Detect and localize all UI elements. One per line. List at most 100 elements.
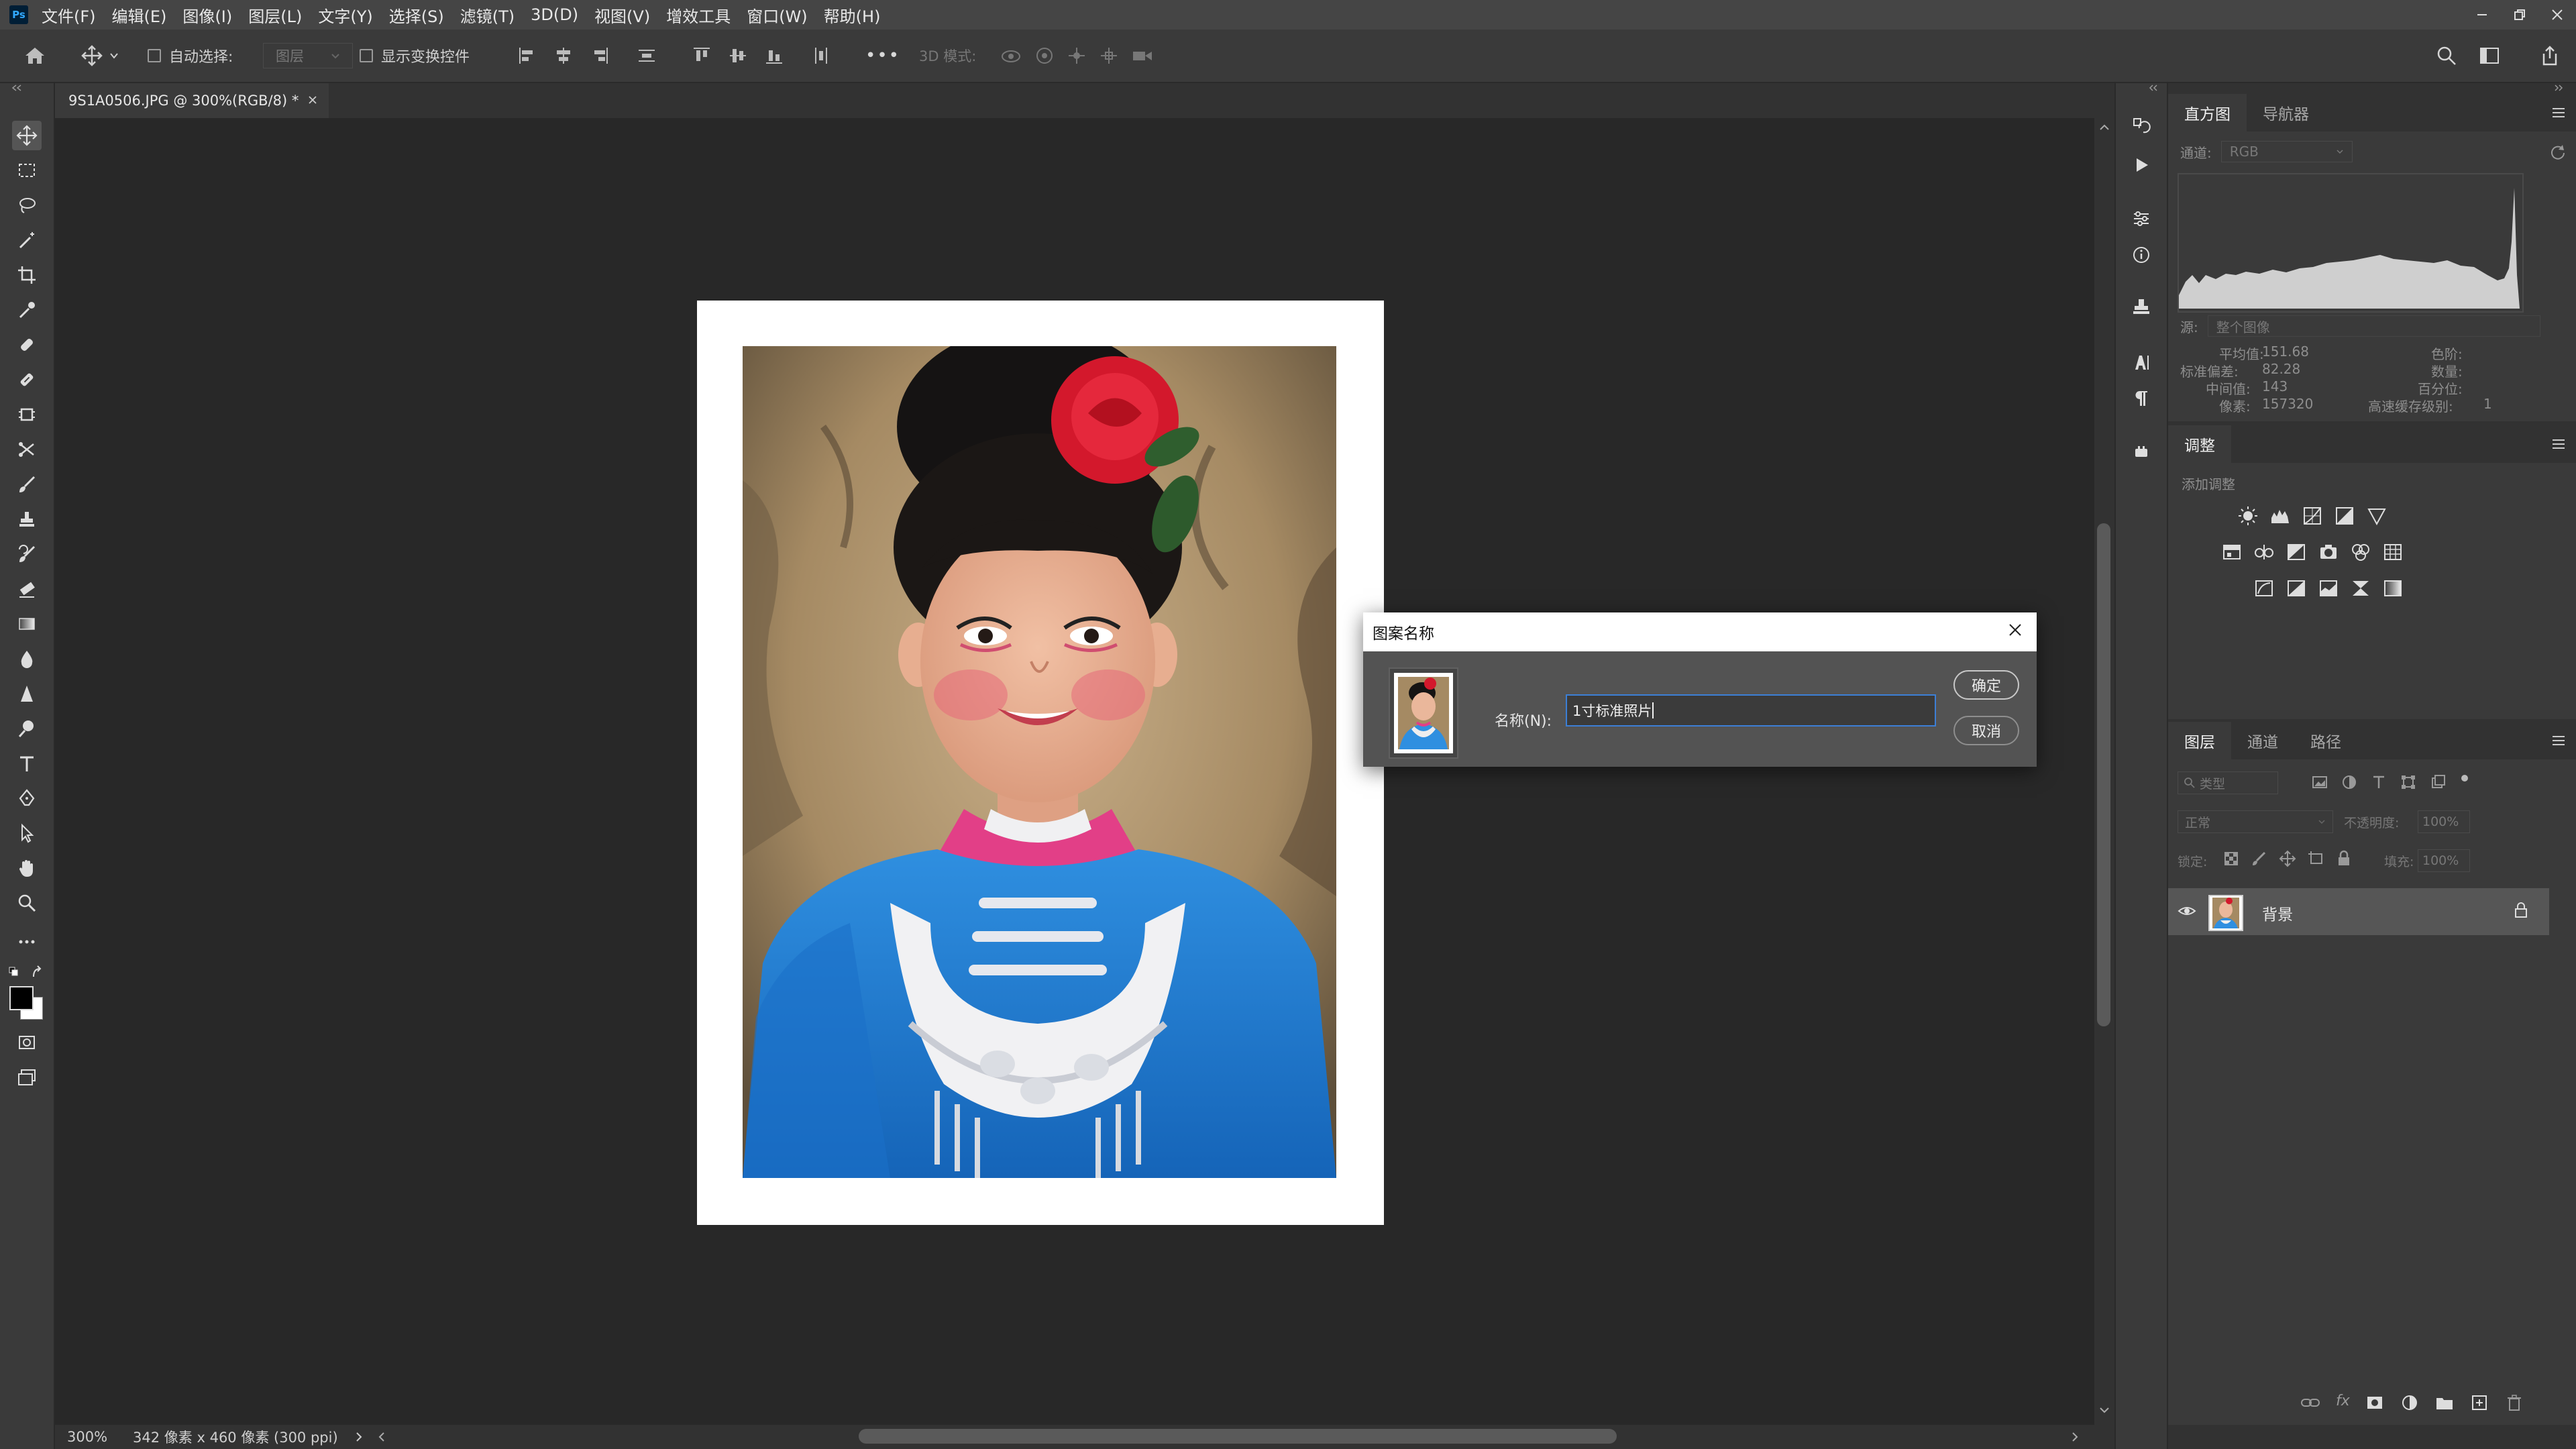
tab-layers[interactable]: 图层 bbox=[2168, 722, 2231, 759]
adjustments-panel-menu-icon[interactable] bbox=[2549, 435, 2568, 453]
swap-colors-controls[interactable] bbox=[7, 963, 47, 983]
distribute-horizontal-icon[interactable] bbox=[810, 45, 832, 66]
menu-edit[interactable]: 编辑(E) bbox=[112, 3, 167, 27]
fill-input[interactable]: 100% bbox=[2418, 849, 2470, 872]
new-adjustment-layer-icon[interactable] bbox=[2400, 1393, 2420, 1415]
layer-name[interactable]: 背景 bbox=[2262, 902, 2293, 924]
pen-tool-icon[interactable] bbox=[12, 784, 42, 813]
close-icon[interactable] bbox=[2538, 0, 2576, 30]
brush-icon[interactable] bbox=[12, 365, 42, 394]
layers-panel-menu-icon[interactable] bbox=[2549, 731, 2568, 750]
new-layer-icon[interactable] bbox=[2469, 1393, 2489, 1415]
filter-adjustment-icon[interactable] bbox=[2340, 773, 2359, 794]
exposure-icon[interactable] bbox=[2333, 504, 2356, 527]
blend-mode-dropdown[interactable]: 正常 bbox=[2178, 810, 2333, 833]
lock-all-icon[interactable] bbox=[2334, 849, 2353, 871]
tab-channels[interactable]: 通道 bbox=[2231, 722, 2294, 759]
paragraph-panel-icon[interactable] bbox=[2127, 384, 2156, 413]
menu-help[interactable]: 帮助(H) bbox=[824, 3, 881, 27]
dialog-close-icon[interactable] bbox=[2007, 622, 2023, 642]
zoom-level[interactable]: 300% bbox=[67, 1429, 107, 1445]
align-left-icon[interactable] bbox=[517, 45, 538, 66]
filter-type-icon[interactable] bbox=[2369, 773, 2388, 794]
menu-select[interactable]: 选择(S) bbox=[389, 3, 444, 27]
tab-paths[interactable]: 路径 bbox=[2294, 722, 2357, 759]
color-balance-icon[interactable] bbox=[2253, 541, 2275, 564]
scroll-left-icon[interactable] bbox=[377, 1431, 386, 1443]
photo-filter-icon[interactable] bbox=[2317, 541, 2340, 564]
layer-filter-dropdown[interactable]: 类型 bbox=[2178, 771, 2278, 794]
sharpen-icon[interactable] bbox=[12, 679, 42, 708]
threshold-icon[interactable] bbox=[2317, 577, 2340, 600]
scroll-down-icon[interactable] bbox=[2097, 1405, 2112, 1415]
color-lookup-icon[interactable] bbox=[2381, 541, 2404, 564]
distribute-vertical-icon[interactable] bbox=[636, 45, 657, 66]
move-tool-icon[interactable] bbox=[12, 121, 42, 150]
history-brush-icon[interactable] bbox=[12, 539, 42, 569]
crop-icon[interactable] bbox=[12, 260, 42, 290]
refresh-histogram-icon[interactable] bbox=[2549, 144, 2567, 161]
roll-3d-icon[interactable] bbox=[1034, 46, 1055, 66]
color-swatches[interactable] bbox=[9, 986, 47, 1024]
vertical-scroll-thumb[interactable] bbox=[2097, 523, 2110, 1026]
collapse-panels-icon[interactable] bbox=[2553, 83, 2569, 93]
histogram-panel-menu-icon[interactable] bbox=[2549, 103, 2568, 122]
levels-icon[interactable] bbox=[2269, 504, 2292, 527]
zoom-tool-icon[interactable] bbox=[12, 888, 42, 918]
new-group-icon[interactable] bbox=[2434, 1393, 2455, 1415]
gradient-icon[interactable] bbox=[12, 609, 42, 639]
posterize-icon[interactable] bbox=[2285, 577, 2308, 600]
type-tool-icon[interactable] bbox=[12, 749, 42, 778]
horizontal-scroll-thumb[interactable] bbox=[859, 1429, 1617, 1444]
align-top-icon[interactable] bbox=[691, 45, 712, 66]
glyphs-panel-icon[interactable] bbox=[2127, 437, 2156, 467]
pan-3d-icon[interactable] bbox=[1067, 46, 1087, 66]
close-tab-icon[interactable] bbox=[307, 93, 318, 109]
clone-stamp-icon[interactable] bbox=[12, 504, 42, 534]
search-icon[interactable] bbox=[2435, 30, 2458, 82]
healing-brush-icon[interactable] bbox=[12, 330, 42, 360]
vibrance-icon[interactable] bbox=[2365, 504, 2388, 527]
tab-histogram[interactable]: 直方图 bbox=[2168, 94, 2247, 131]
brightness-contrast-icon[interactable] bbox=[2237, 504, 2259, 527]
paintbrush-icon[interactable] bbox=[12, 470, 42, 499]
ok-button[interactable]: 确定 bbox=[1953, 670, 2019, 700]
foreground-color-swatch[interactable] bbox=[9, 986, 34, 1010]
cancel-button[interactable]: 取消 bbox=[1953, 716, 2019, 745]
collapse-toolbar-icon[interactable] bbox=[9, 83, 44, 93]
status-expand-icon[interactable] bbox=[354, 1431, 364, 1443]
pattern-name-input[interactable]: 1寸标准照片 bbox=[1566, 694, 1936, 727]
menu-layer[interactable]: 图层(L) bbox=[248, 3, 302, 27]
menu-image[interactable]: 图像(I) bbox=[182, 3, 232, 27]
layer-style-fx-icon[interactable]: fx bbox=[2336, 1393, 2350, 1415]
slide-3d-icon[interactable] bbox=[1099, 46, 1119, 66]
document-info[interactable]: 342 像素 x 460 像素 (300 ppi) bbox=[133, 1427, 338, 1447]
scissors-icon[interactable] bbox=[12, 435, 42, 464]
clone-source-icon[interactable] bbox=[2127, 292, 2156, 322]
menu-view[interactable]: 视图(V) bbox=[594, 3, 650, 27]
move-tool-preset-icon[interactable] bbox=[80, 30, 119, 82]
delete-layer-icon[interactable] bbox=[2504, 1393, 2524, 1415]
restore-icon[interactable] bbox=[2501, 0, 2538, 30]
add-mask-icon[interactable] bbox=[2365, 1393, 2385, 1415]
auto-select-checkbox[interactable]: 自动选择: bbox=[148, 30, 233, 82]
invert-icon[interactable] bbox=[2253, 577, 2275, 600]
menu-filter[interactable]: 滤镜(T) bbox=[460, 3, 515, 27]
curves-icon[interactable] bbox=[2301, 504, 2324, 527]
tab-adjustments[interactable]: 调整 bbox=[2168, 425, 2231, 463]
workspace-icon[interactable] bbox=[2478, 30, 2501, 82]
actions-play-icon[interactable] bbox=[2127, 150, 2156, 180]
home-icon[interactable] bbox=[23, 30, 47, 82]
lock-artboard-icon[interactable] bbox=[2306, 849, 2325, 871]
more-options-button[interactable]: ••• bbox=[865, 30, 900, 82]
minimize-icon[interactable] bbox=[2463, 0, 2501, 30]
rectangle-marquee-icon[interactable] bbox=[12, 156, 42, 185]
frame-tool-icon[interactable] bbox=[12, 400, 42, 429]
opacity-input[interactable]: 100% bbox=[2418, 810, 2470, 833]
align-bottom-icon[interactable] bbox=[763, 45, 785, 66]
menu-3d[interactable]: 3D(D) bbox=[531, 5, 578, 24]
orbit-3d-icon[interactable] bbox=[1000, 46, 1022, 66]
menu-plugins[interactable]: 增效工具 bbox=[666, 3, 731, 27]
channel-dropdown[interactable]: RGB bbox=[2220, 141, 2353, 162]
auto-select-check-box[interactable] bbox=[148, 49, 161, 62]
